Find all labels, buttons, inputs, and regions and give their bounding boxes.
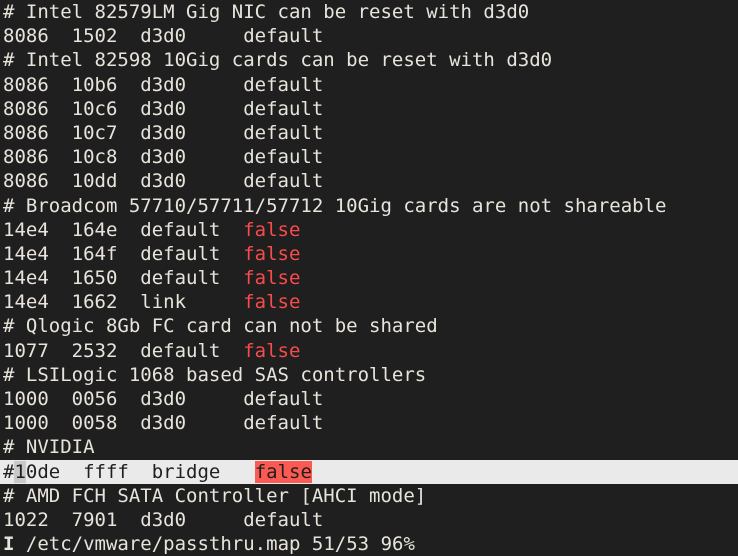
line-text: 1000 0058 d3d0 default <box>3 412 324 435</box>
line-text: # LSILogic 1068 based SAS controllers <box>3 363 427 386</box>
text-line[interactable]: # Qlogic 8Gb FC card can not be shared <box>3 314 738 338</box>
line-text: 14e4 164e default <box>3 218 244 241</box>
line-text: # NVIDIA <box>3 436 95 459</box>
line-value: false <box>243 218 301 241</box>
terminal-window[interactable]: # Intel 82579LM Gig NIC can be reset wit… <box>0 0 738 556</box>
line-text: 1077 2532 default <box>3 339 244 362</box>
line-text: 14e4 1662 link <box>3 291 244 314</box>
text-line[interactable]: 8086 10b6 d3d0 default <box>3 73 738 97</box>
text-line[interactable]: 8086 1502 d3d0 default <box>3 24 738 48</box>
text-cursor[interactable]: 1 <box>14 460 26 483</box>
text-line[interactable]: # LSILogic 1068 based SAS controllers <box>3 363 738 387</box>
text-line[interactable]: # Intel 82598 10Gig cards can be reset w… <box>3 48 738 72</box>
text-line[interactable]: 14e4 1662 link false <box>3 290 738 314</box>
line-text: 1022 7901 d3d0 default <box>3 508 324 531</box>
line-text: 8086 10dd d3d0 default <box>3 170 324 193</box>
text-line[interactable]: 8086 10c7 d3d0 default <box>3 121 738 145</box>
line-text: # Intel 82598 10Gig cards can be reset w… <box>3 49 553 72</box>
text-line[interactable]: 8086 10dd d3d0 default <box>3 169 738 193</box>
line-value: false <box>254 460 312 483</box>
text-line[interactable]: # Broadcom 57710/57711/57712 10Gig cards… <box>3 194 738 218</box>
text-line[interactable]: 1022 7901 d3d0 default <box>3 508 738 532</box>
selected-text-line[interactable]: #10de ffff bridge false <box>0 459 738 484</box>
line-text: 14e4 1650 default <box>3 267 244 290</box>
text-line[interactable]: 8086 10c8 d3d0 default <box>3 145 738 169</box>
text-line[interactable]: 14e4 164e default false <box>3 218 738 242</box>
status-percent: 96% <box>380 532 415 555</box>
line-text: 8086 10c7 d3d0 default <box>3 121 324 144</box>
status-bar: I /etc/vmware/passthru.map 51/53 96% <box>0 531 738 556</box>
status-separator-3 <box>369 533 380 555</box>
line-text: # AMD FCH SATA Controller [AHCI mode] <box>3 484 427 507</box>
line-text: 0de ffff bridge <box>25 460 255 483</box>
line-value: false <box>243 242 301 265</box>
text-line[interactable]: 1000 0056 d3d0 default <box>3 387 738 411</box>
status-mode-flag: I <box>3 532 15 555</box>
status-position: 51/53 <box>311 532 370 555</box>
status-separator-1 <box>14 533 25 555</box>
line-text: 8086 10b6 d3d0 default <box>3 73 324 96</box>
line-text: 8086 10c8 d3d0 default <box>3 146 324 169</box>
text-line[interactable]: # NVIDIA <box>3 435 738 459</box>
line-text: # Qlogic 8Gb FC card can not be shared <box>3 315 438 338</box>
text-buffer[interactable]: # Intel 82579LM Gig NIC can be reset wit… <box>0 0 738 532</box>
line-text: 8086 1502 d3d0 default <box>3 25 324 48</box>
text-line[interactable]: 1077 2532 default false <box>3 339 738 363</box>
status-separator-2 <box>300 533 311 555</box>
line-value: false <box>243 339 301 362</box>
text-line[interactable]: 8086 10c6 d3d0 default <box>3 97 738 121</box>
line-text: # Broadcom 57710/57711/57712 10Gig cards… <box>3 194 667 217</box>
status-filename: /etc/vmware/passthru.map <box>25 532 301 555</box>
line-text: 1000 0056 d3d0 default <box>3 388 324 410</box>
text-line[interactable]: 14e4 164f default false <box>3 242 738 266</box>
line-text: 8086 10c6 d3d0 default <box>3 97 324 120</box>
text-line[interactable]: # AMD FCH SATA Controller [AHCI mode] <box>3 484 738 508</box>
text-line[interactable]: 14e4 1650 default false <box>3 266 738 290</box>
text-line[interactable]: 1000 0058 d3d0 default <box>3 411 738 435</box>
line-prefix-before-cursor: # <box>3 460 15 483</box>
text-line[interactable]: # Intel 82579LM Gig NIC can be reset wit… <box>3 0 738 24</box>
line-value: false <box>243 267 301 290</box>
line-text: # Intel 82579LM Gig NIC can be reset wit… <box>3 1 530 23</box>
line-value: false <box>243 291 301 314</box>
line-text: 14e4 164f default <box>3 242 244 265</box>
